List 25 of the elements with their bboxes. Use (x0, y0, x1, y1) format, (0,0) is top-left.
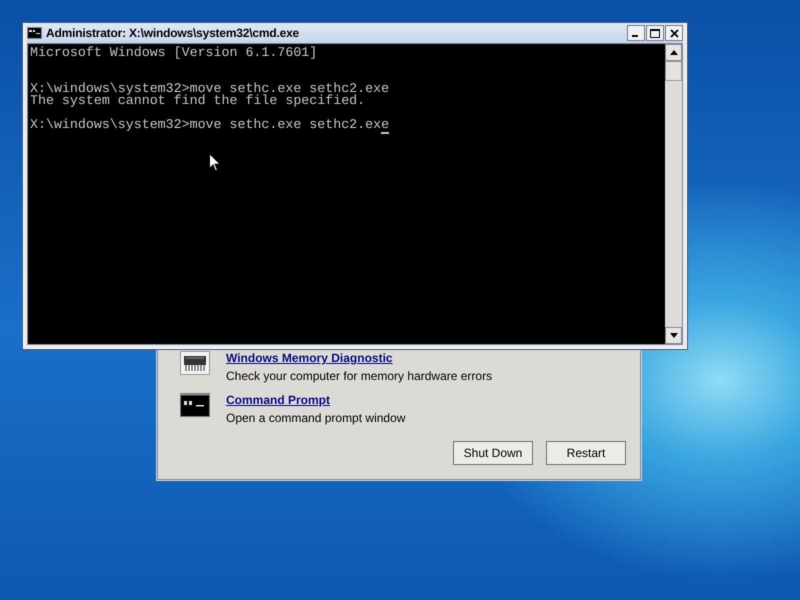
tool-link[interactable]: Windows Memory Diagnostic (226, 351, 492, 365)
scroll-up-button[interactable] (665, 44, 682, 61)
up-arrow-icon (670, 50, 678, 55)
shut-down-button[interactable]: Shut Down (453, 441, 533, 465)
tool-description: Open a command prompt window (226, 411, 406, 425)
console-icon (180, 393, 210, 417)
close-icon (670, 28, 678, 38)
maximize-button[interactable] (646, 25, 664, 41)
minimize-button[interactable] (627, 25, 645, 41)
mouse-pointer-icon (209, 153, 221, 172)
down-arrow-icon (670, 333, 678, 338)
close-button[interactable] (665, 25, 683, 41)
console-icon (27, 27, 42, 39)
version-line: Microsoft Windows [Version 6.1.7601] (30, 47, 318, 59)
tool-description: Check your computer for memory hardware errors (226, 369, 492, 383)
tool-link[interactable]: Command Prompt (226, 393, 406, 407)
scroll-down-button[interactable] (665, 327, 682, 344)
scroll-thumb[interactable] (665, 61, 682, 81)
window-title: Administrator: X:\windows\system32\cmd.exe (46, 26, 300, 40)
maximize-icon (650, 28, 660, 38)
scrollbar[interactable] (665, 44, 682, 344)
error-message: The system cannot find the file specified. (30, 95, 366, 107)
restart-button[interactable]: Restart (546, 441, 626, 465)
command-line: X:\windows\system32>move sethc.exe sethc2.exe (30, 83, 390, 95)
command-line: X:\windows\system32>move sethc.exe sethc2.exe (30, 119, 390, 131)
